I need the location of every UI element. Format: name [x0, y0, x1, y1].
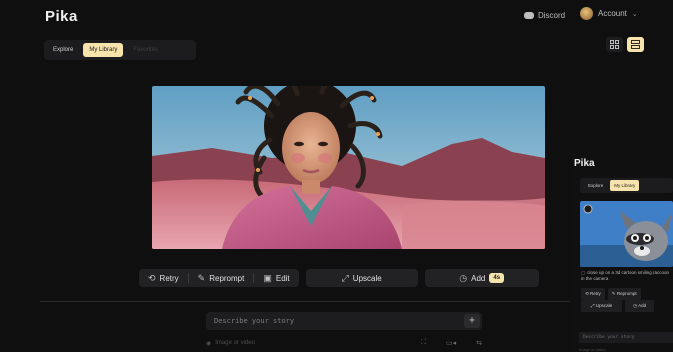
tab-favorites[interactable]: Favorites	[127, 43, 164, 57]
single-view-button[interactable]	[627, 37, 644, 52]
upscale-label: Upscale	[352, 273, 382, 283]
tab-my-library[interactable]: My Library	[83, 43, 124, 57]
panel-tab-my-library[interactable]: My Library	[610, 180, 640, 191]
raccoon-image	[580, 201, 673, 267]
reprompt-icon: ✎	[197, 272, 206, 283]
account-menu[interactable]: Account ⌄	[580, 7, 638, 20]
edit-actions-group: ⟲ Retry ✎ Reprompt ▣ Edit	[139, 269, 299, 287]
top-bar: Pika Discord Account ⌄	[0, 0, 673, 34]
attach-label: Image or video	[215, 340, 255, 346]
upscale-button[interactable]: ⤢ Upscale	[305, 269, 418, 287]
panel-reprompt-button[interactable]: ✎ Reprompt	[607, 288, 641, 300]
prompt-placeholder: Describe your story	[214, 317, 295, 325]
chevron-down-icon: ⌄	[631, 10, 638, 18]
aspect-ratio-icon[interactable]: ⛶	[421, 339, 426, 347]
edit-icon: ▣	[263, 272, 272, 283]
panel-actions-row: ⟲ Retry ✎ Reprompt	[581, 288, 641, 300]
panel-upscale-button[interactable]: ⤢ Upscale	[581, 300, 623, 312]
video-actions: ⟲ Retry ✎ Reprompt ▣ Edit ⤢ Upscale ◷ Ad…	[139, 269, 539, 287]
grid-view-icon	[610, 40, 619, 49]
single-view-icon	[631, 40, 640, 49]
library-tabs: Explore My Library Favorites	[44, 40, 196, 60]
pika-logo[interactable]: Pika	[45, 8, 78, 25]
section-divider	[40, 301, 580, 302]
prompt-input[interactable]: Describe your story +	[206, 312, 482, 330]
panel-add-button[interactable]: ◷ Add	[625, 300, 655, 312]
add-time-button[interactable]: ◷ Add 4s	[424, 269, 539, 287]
panel-attach-label[interactable]: Image or video	[579, 347, 605, 352]
panel-video-thumbnail[interactable]	[580, 201, 673, 267]
image-icon: ◉	[206, 340, 212, 347]
add-prompt-button[interactable]: +	[464, 314, 480, 328]
reprompt-label: Reprompt	[209, 273, 245, 283]
settings-sliders-icon[interactable]: ⇆	[476, 339, 482, 347]
attach-media-button[interactable]: ◉ Image or video	[206, 340, 255, 347]
view-toggle	[606, 37, 644, 52]
mobile-preview-panel: Pika Explore My Library ▢ close up on a 3…	[570, 151, 673, 352]
panel-tab-explore[interactable]: Explore	[584, 180, 607, 191]
panel-upscale-label: Upscale	[595, 303, 613, 308]
upscale-icon: ⤢	[341, 272, 349, 283]
panel-caption: ▢ close up on a 3d cartoon smiling raccoo…	[581, 270, 671, 282]
discord-link[interactable]: Discord	[524, 11, 565, 20]
video-frame-image	[152, 86, 545, 249]
prompt-tools: ◉ Image or video ⛶ ▭◂ ⇆	[206, 336, 482, 350]
panel-logo[interactable]: Pika	[574, 158, 595, 169]
retry-button[interactable]: ⟲ Retry	[139, 269, 188, 287]
message-icon: ▢	[581, 270, 586, 275]
edit-button[interactable]: ▣ Edit	[254, 269, 298, 287]
grid-view-button[interactable]	[606, 37, 623, 52]
add-label: Add	[471, 273, 486, 283]
edit-label: Edit	[275, 273, 290, 283]
discord-label: Discord	[538, 11, 566, 20]
panel-add-label: Add	[638, 303, 647, 308]
panel-tabs: Explore My Library	[580, 178, 673, 193]
reprompt-button[interactable]: ✎ Reprompt	[189, 269, 254, 287]
panel-reprompt-label: Reprompt	[616, 291, 637, 296]
avatar	[580, 7, 593, 20]
panel-caption-text: close up on a 3d cartoon smiling raccoon…	[581, 270, 670, 282]
panel-retry-label: Retry	[590, 291, 601, 296]
clock-icon: ◷	[459, 272, 468, 283]
duration-badge: 4s	[489, 273, 505, 283]
tab-explore[interactable]: Explore	[47, 43, 79, 57]
retry-icon: ⟲	[148, 272, 156, 283]
account-label: Account	[598, 9, 627, 18]
camera-icon[interactable]: ▭◂	[446, 339, 456, 347]
panel-actions-row-2: ⤢ Upscale ◷ Add	[581, 300, 655, 312]
panel-retry-button[interactable]: ⟲ Retry	[581, 288, 605, 300]
discord-icon	[524, 12, 534, 19]
panel-prompt-input[interactable]: Describe your story	[579, 332, 673, 343]
video-preview[interactable]	[152, 86, 545, 249]
retry-label: Retry	[159, 273, 179, 283]
